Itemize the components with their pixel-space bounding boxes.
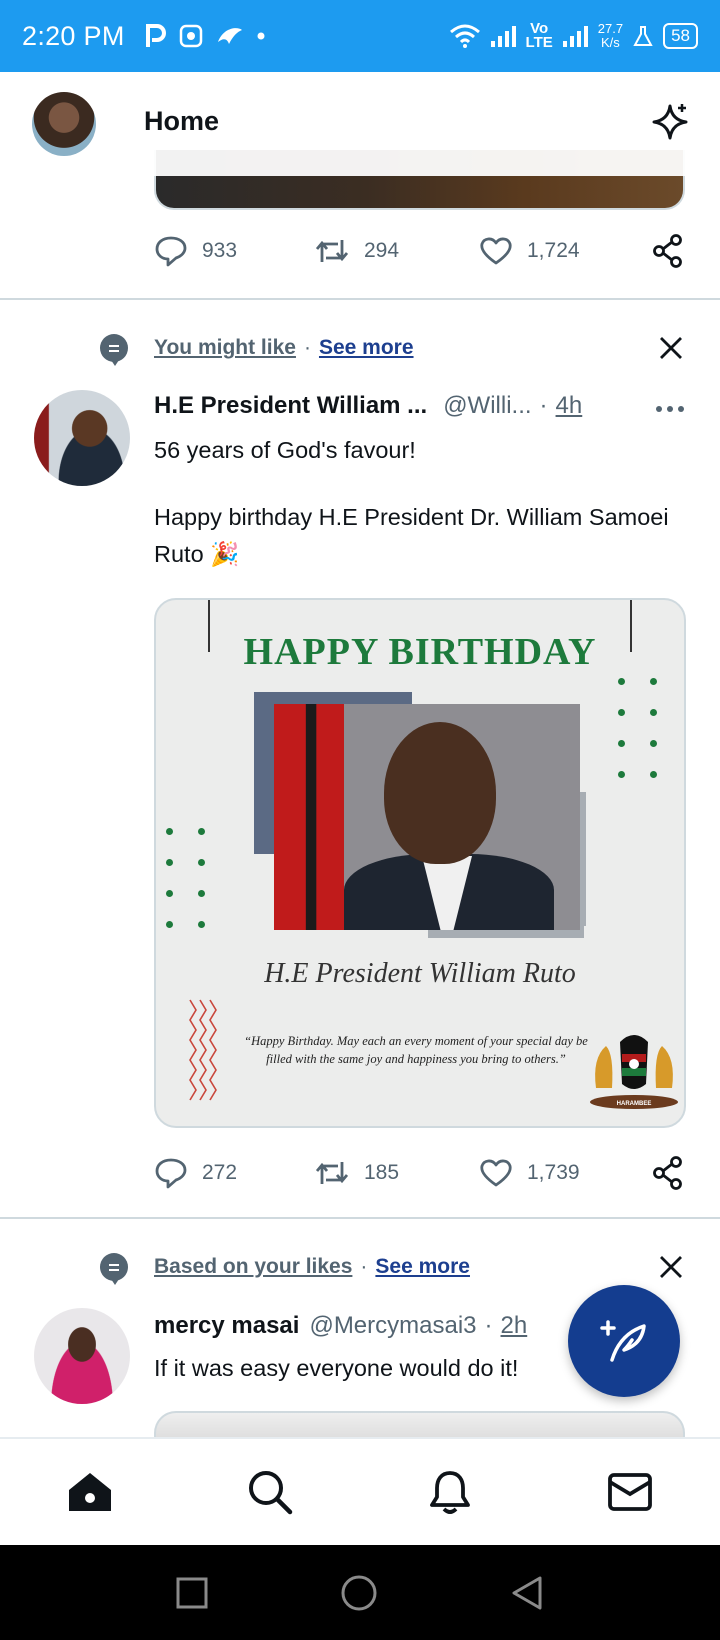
- tweet-time[interactable]: 2h: [501, 1312, 528, 1340]
- share-button[interactable]: [652, 234, 684, 268]
- back-icon[interactable]: [510, 1575, 544, 1611]
- reply-count: 933: [202, 239, 238, 262]
- portrait-photo: [274, 704, 580, 930]
- like-button[interactable]: 1,724: [479, 236, 649, 266]
- retweet-button[interactable]: 294: [314, 236, 479, 266]
- app-header: Home: [0, 72, 720, 176]
- author-avatar[interactable]: [34, 1308, 130, 1404]
- recents-icon[interactable]: [176, 1577, 208, 1609]
- page-title: Home: [144, 106, 220, 136]
- heart-icon: [480, 237, 512, 265]
- retweet-count: 185: [364, 1161, 400, 1184]
- profile-avatar[interactable]: [32, 92, 96, 156]
- context-label[interactable]: You might like: [154, 336, 296, 360]
- reply-button[interactable]: 272: [154, 1157, 314, 1189]
- retweet-count: 294: [364, 239, 400, 262]
- nav-home[interactable]: [54, 1456, 126, 1528]
- dot-icon: [257, 32, 265, 40]
- author-name[interactable]: mercy masai: [154, 1312, 299, 1340]
- topic-icon: [100, 334, 128, 366]
- signal-icon: [490, 25, 516, 47]
- mail-icon: [608, 1473, 652, 1511]
- compose-icon: [600, 1320, 646, 1362]
- comment-icon: [155, 1158, 187, 1189]
- card-quote: “Happy Birthday. May each an every momen…: [244, 1034, 588, 1066]
- card-heading: HAPPY BIRTHDAY: [243, 631, 597, 673]
- retweet-icon: [315, 240, 349, 262]
- author-avatar[interactable]: [34, 390, 130, 486]
- retweet-icon: [315, 1162, 349, 1184]
- status-right: Vo LTE 27.7 K/s 58: [449, 20, 698, 51]
- share-icon: [653, 1156, 682, 1190]
- system-navigation-bar: [0, 1545, 720, 1640]
- dot-decoration: [166, 828, 206, 928]
- share-button[interactable]: [652, 1156, 684, 1190]
- close-icon[interactable]: [658, 335, 684, 361]
- app-notification-icon: [179, 24, 202, 48]
- author-handle[interactable]: @Willi...: [443, 392, 531, 420]
- reply-button[interactable]: 933: [154, 235, 314, 267]
- comment-icon: [155, 236, 187, 267]
- coat-of-arms-icon: HARAMBEE: [590, 1035, 678, 1109]
- divider: [0, 1217, 720, 1219]
- see-more-link[interactable]: See more: [375, 1255, 470, 1279]
- author-name[interactable]: H.E President William ...: [154, 392, 427, 420]
- like-count: 1,739: [527, 1161, 580, 1184]
- like-button[interactable]: 1,739: [479, 1158, 649, 1188]
- tweet-context: Based on your likes · See more: [100, 1250, 470, 1285]
- card-name: H.E President William Ruto: [264, 958, 576, 989]
- network-speed: 27.7 K/s: [597, 21, 624, 50]
- nav-search[interactable]: [234, 1456, 306, 1528]
- see-more-link[interactable]: See more: [319, 336, 414, 360]
- wifi-icon: [449, 24, 480, 48]
- topic-icon: [100, 1253, 128, 1285]
- home-icon: [69, 1473, 111, 1511]
- notification-icons: [145, 23, 265, 49]
- context-label[interactable]: Based on your likes: [154, 1255, 352, 1279]
- search-icon: [249, 1471, 293, 1515]
- flag: [274, 704, 344, 930]
- divider: [0, 298, 720, 300]
- nav-notifications[interactable]: [414, 1456, 486, 1528]
- tweet-header: H.E President William ... @Willi... · 4h: [154, 392, 583, 420]
- reply-count: 272: [202, 1161, 238, 1184]
- bird-icon: [217, 28, 242, 44]
- network-type: Vo LTE: [525, 20, 553, 51]
- dot-decoration: [618, 678, 658, 778]
- tweet-image[interactable]: HAPPY BIRTHDAY H.E President William Rut…: [154, 598, 686, 1128]
- zigzag-decoration: [189, 999, 217, 1101]
- tweet-actions: 272 185 1,739: [154, 1156, 684, 1190]
- battery-indicator: 58: [663, 23, 698, 49]
- tweet-header: mercy masai @Mercymasai3 · 2h: [154, 1312, 528, 1340]
- bell-icon: [430, 1471, 470, 1514]
- tweet-time[interactable]: 4h: [556, 392, 583, 420]
- retweet-button[interactable]: 185: [314, 1158, 479, 1188]
- more-options-icon[interactable]: [656, 406, 684, 412]
- like-count: 1,724: [527, 239, 580, 262]
- tweet-context: You might like · See more: [100, 331, 414, 366]
- close-icon[interactable]: [658, 1254, 684, 1280]
- compose-button[interactable]: [568, 1285, 680, 1397]
- parking-icon: [145, 24, 166, 47]
- share-icon: [653, 234, 682, 268]
- bottom-navigation: [0, 1437, 720, 1545]
- status-bar: 2:20 PM Vo LTE 27.7 K/s 58: [0, 0, 720, 72]
- author-handle[interactable]: @Mercymasai3: [309, 1312, 476, 1340]
- sparkle-icon[interactable]: [650, 102, 690, 142]
- status-time: 2:20 PM: [22, 20, 125, 51]
- signal-icon-2: [562, 25, 588, 47]
- heart-icon: [480, 1159, 512, 1187]
- flask-icon: [633, 26, 653, 46]
- tweet-actions: 933 294 1,724: [154, 234, 684, 268]
- nav-messages[interactable]: [594, 1456, 666, 1528]
- svg-text:HARAMBEE: HARAMBEE: [617, 1101, 652, 1107]
- home-circle-icon[interactable]: [340, 1574, 378, 1612]
- tweet-text: 56 years of God's favour! Happy birthday…: [154, 437, 669, 567]
